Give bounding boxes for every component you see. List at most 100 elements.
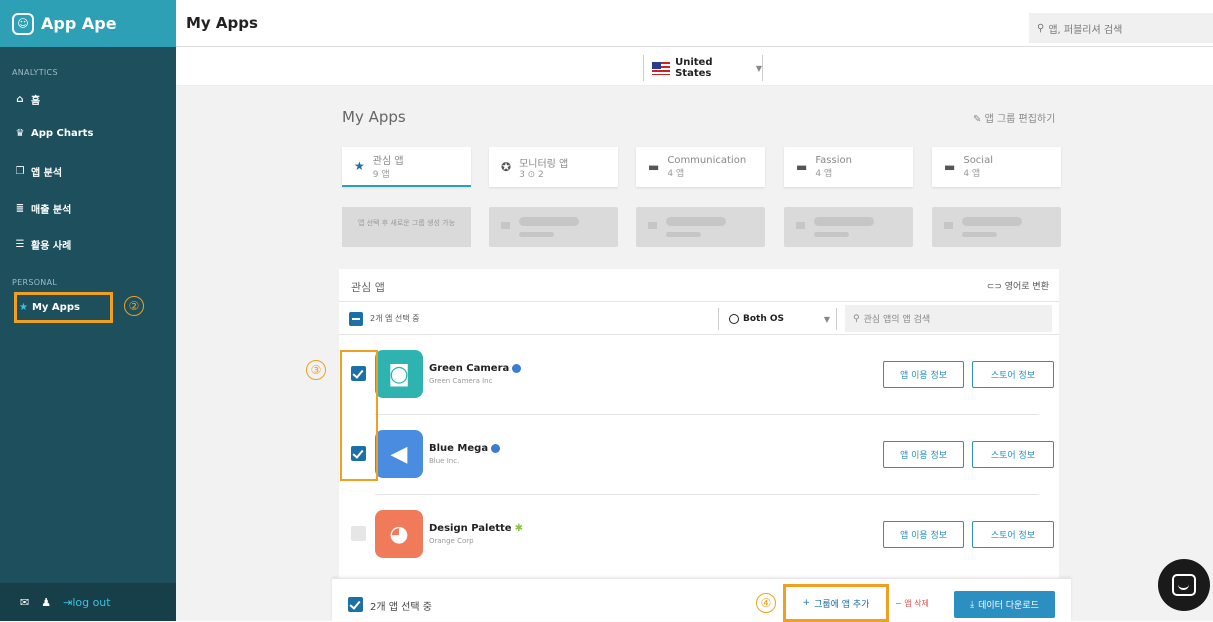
chat-icon xyxy=(1172,574,1196,596)
search-placeholder: 관심 앱의 앱 검색 xyxy=(863,315,931,325)
sidebar-item-label: 활용 사례 xyxy=(31,241,72,252)
store-info-button[interactable]: 스토어 정보 xyxy=(972,361,1054,388)
minus-icon: − xyxy=(895,599,905,608)
sidebar-item-app-analysis[interactable]: ❐ 앱 분석 xyxy=(14,164,63,179)
sidebar-item-app-charts[interactable]: ♛ App Charts xyxy=(14,128,94,139)
app-name[interactable]: Design Palette ✱ xyxy=(429,523,523,534)
sidebar-item-use-cases[interactable]: ☰ 활용 사례 xyxy=(14,237,72,252)
folder-icon: ▬ xyxy=(648,160,660,174)
user-icon[interactable]: ♟ xyxy=(41,596,51,609)
app-usage-button[interactable]: 앱 이용 정보 xyxy=(883,361,964,388)
sidebar: ☺ App Ape ANALYTICS ⌂ 홈 ♛ App Charts ❐ 앱 분석… xyxy=(0,0,176,621)
panel-search-input[interactable]: ⚲ 관심 앱의 앱 검색 xyxy=(845,305,1052,332)
list-icon: ☰ xyxy=(15,239,25,250)
chevron-down-icon: ▼ xyxy=(823,314,830,324)
group-name: Social xyxy=(963,155,993,166)
selection-action-bar: 2개 앱 선택 중 ④ + 그룹에 앱 추가 − 앱 삭제 ⤓ 데이터 다운로드 xyxy=(332,578,1071,622)
star-icon: ★ xyxy=(19,302,28,313)
ios-badge-icon xyxy=(491,443,501,453)
add-to-group-button[interactable]: + 그룹에 앱 추가 xyxy=(783,584,889,622)
app-list-panel: 관심 앱 ⊂⊃ 영어로 변환 2개 앱 선택 중 Both OS ▼ ⚲ 관심 앱의… xyxy=(339,269,1059,621)
app-usage-button[interactable]: 앱 이용 정보 xyxy=(883,521,964,548)
app-row: ◕ Design Palette ✱ Orange Corp 앱 이용 정보 스토… xyxy=(339,496,1059,574)
group-count: 4 앱 xyxy=(667,169,685,179)
toggle-label: 영어로 변환 xyxy=(1004,282,1049,292)
gamepad-icon: ✪ xyxy=(501,160,512,174)
sidebar-item-label: 매출 분석 xyxy=(31,205,72,216)
app-ape-logo-icon: ☺ xyxy=(12,12,34,35)
group-card-monitoring[interactable]: ✪ 모니터링 앱3 ⊙ 2 xyxy=(489,147,618,187)
analytics-section-label: ANALYTICS xyxy=(12,68,58,77)
delete-label: 앱 삭제 xyxy=(904,599,929,608)
app-name-text: Blue Mega xyxy=(429,443,489,454)
group-name: Communication xyxy=(667,155,747,166)
search-placeholder: 앱, 퍼블리셔 검색 xyxy=(1048,24,1123,36)
select-all-checkbox[interactable] xyxy=(349,312,363,326)
group-placeholder xyxy=(489,207,618,247)
chevron-down-icon: ▼ xyxy=(755,63,762,73)
panel-title: 관심 앱 xyxy=(351,281,385,294)
country-select[interactable]: United States ▼ xyxy=(643,55,763,81)
sidebar-item-revenue[interactable]: ≣ 매출 분석 xyxy=(14,201,72,216)
app-usage-button[interactable]: 앱 이용 정보 xyxy=(883,441,964,468)
mail-icon[interactable]: ✉ xyxy=(20,596,29,609)
group-count: 9 앱 xyxy=(372,170,390,180)
edit-group-link[interactable]: ✎ 앱 그룹 편집하기 xyxy=(973,110,1055,125)
section-title: My Apps xyxy=(342,108,406,126)
store-info-button[interactable]: 스토어 정보 xyxy=(972,441,1054,468)
app-publisher: Green Camera Inc xyxy=(429,377,493,385)
folder-icon: ▬ xyxy=(944,160,956,174)
group-card-fassion[interactable]: ▬ Fassion 4 앱 xyxy=(784,147,913,187)
group-name: 관심 앱 xyxy=(372,156,404,167)
os-filter-select[interactable]: Both OS ▼ xyxy=(718,308,837,330)
plus-icon: + xyxy=(802,598,811,608)
divider xyxy=(375,414,1039,415)
sidebar-item-label: 앱 분석 xyxy=(31,168,63,179)
selected-count: 2개 앱 선택 중 xyxy=(370,314,420,323)
top-bar: My Apps ⚲ 앱, 퍼블리셔 검색 xyxy=(176,0,1213,47)
megaphone-icon: ◀ xyxy=(375,430,423,478)
sidebar-item-home[interactable]: ⌂ 홈 xyxy=(14,92,40,107)
logout-label: log out xyxy=(72,595,111,609)
app-publisher: Orange Corp xyxy=(429,537,474,545)
sidebar-footer: ✉ ♟ ⇥log out xyxy=(0,583,176,621)
app-name-text: Design Palette xyxy=(429,523,512,534)
global-search-input[interactable]: ⚲ 앱, 퍼블리셔 검색 xyxy=(1029,13,1213,43)
new-group-hint: 앱 선택 후 새로운 그룹 생성 가능 xyxy=(342,207,471,247)
logout-link[interactable]: ⇥log out xyxy=(63,596,111,609)
app-name[interactable]: Blue Mega xyxy=(429,443,501,454)
copy-icon: ❐ xyxy=(15,166,25,177)
edit-group-label: 앱 그룹 편집하기 xyxy=(984,114,1056,125)
group-card-social[interactable]: ▬ Social 4 앱 xyxy=(932,147,1061,187)
selection-checkbox[interactable] xyxy=(348,597,363,612)
us-flag-icon xyxy=(652,61,671,75)
chat-launcher-button[interactable] xyxy=(1158,559,1210,611)
android-icon: ✱ xyxy=(514,523,523,534)
search-icon: ⚲ xyxy=(853,313,860,324)
filter-row: 2개 앱 선택 중 Both OS ▼ ⚲ 관심 앱의 앱 검색 xyxy=(339,301,1059,335)
store-info-button[interactable]: 스토어 정보 xyxy=(972,521,1054,548)
group-placeholder xyxy=(784,207,913,247)
english-toggle[interactable]: ⊂⊃ 영어로 변환 xyxy=(987,279,1049,292)
group-card-communication[interactable]: ▬ Communication 4 앱 xyxy=(636,147,765,187)
download-icon: ⤓ xyxy=(970,599,975,610)
edit-icon: ✎ xyxy=(973,114,985,125)
app-row: ◀ Blue Mega Blue Inc. 앱 이용 정보 스토어 정보 xyxy=(339,416,1059,494)
os-circle-icon xyxy=(729,314,739,324)
os-filter-label: Both OS xyxy=(743,314,785,324)
group-name: Fassion xyxy=(815,155,852,166)
annotation-marker-4: ④ xyxy=(756,593,776,613)
app-checkbox[interactable] xyxy=(351,526,366,541)
app-logo[interactable]: ☺ App Ape xyxy=(0,0,176,47)
toggle-icon: ⊂⊃ xyxy=(986,282,1005,292)
app-publisher: Blue Inc. xyxy=(429,457,460,465)
download-data-button[interactable]: ⤓ 데이터 다운로드 xyxy=(954,591,1055,618)
app-name: App Ape xyxy=(41,14,117,33)
delete-app-button[interactable]: − 앱 삭제 xyxy=(895,598,929,609)
database-icon: ≣ xyxy=(15,203,25,214)
app-name[interactable]: Green Camera xyxy=(429,363,522,374)
download-label: 데이터 다운로드 xyxy=(978,601,1039,611)
group-card-favorites[interactable]: ★ 관심 앱 9 앱 xyxy=(342,147,471,187)
sidebar-item-my-apps[interactable]: ★ My Apps xyxy=(14,292,113,323)
star-icon: ★ xyxy=(354,159,365,173)
